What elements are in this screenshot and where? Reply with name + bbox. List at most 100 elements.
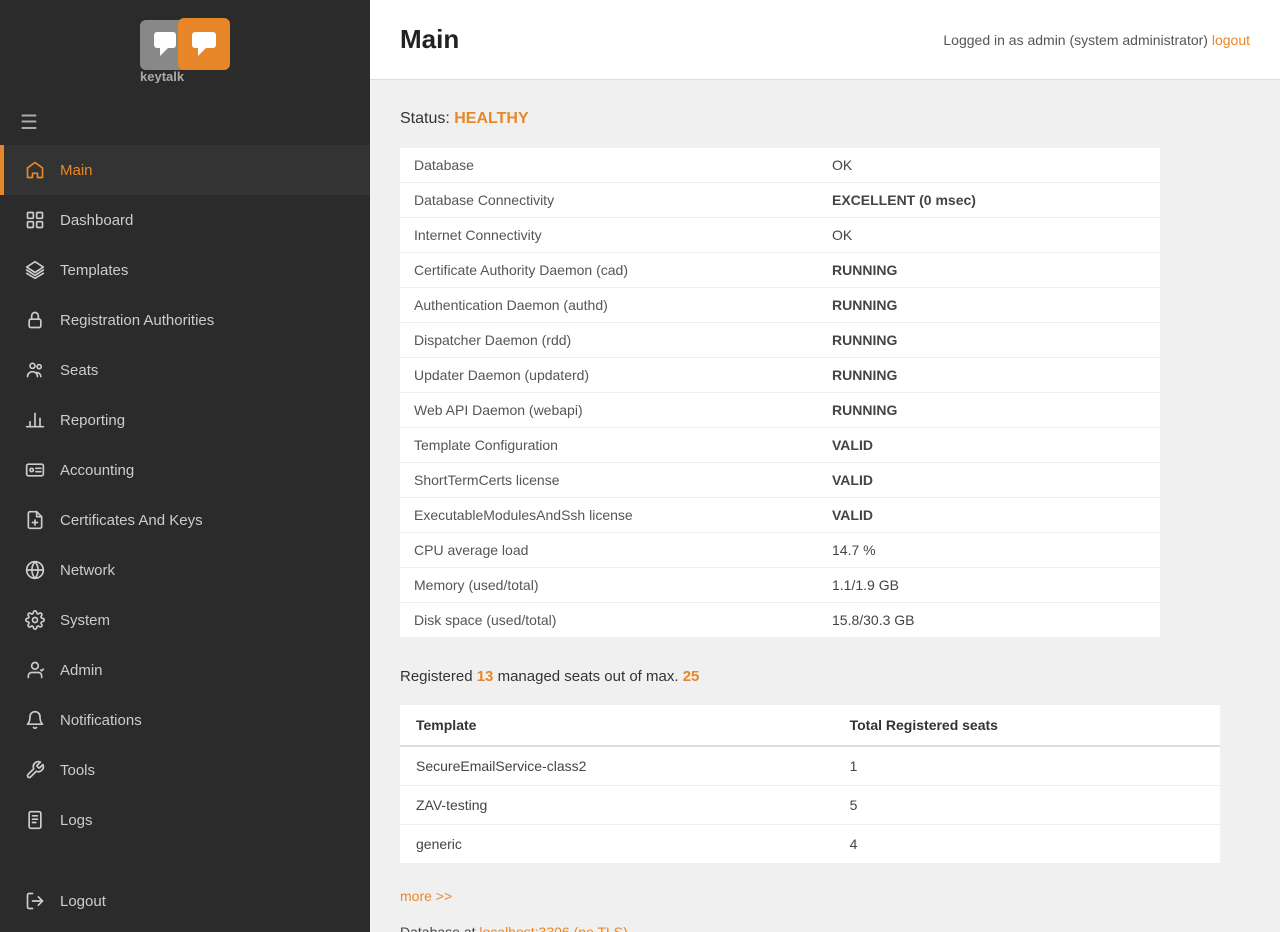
user-info: Logged in as admin (system administrator… <box>943 32 1250 48</box>
seats-row: generic4 <box>400 825 1220 864</box>
sidebar-item-network[interactable]: Network <box>0 545 370 595</box>
sidebar-item-system[interactable]: System <box>0 595 370 645</box>
status-row: ShortTermCerts licenseVALID <box>400 463 1160 498</box>
hamburger-icon[interactable]: ☰ <box>20 110 38 135</box>
sidebar-item-label: Registration Authorities <box>60 312 214 329</box>
people-icon <box>24 359 46 381</box>
registered-count: 13 <box>477 668 494 685</box>
nav-items: Main Dashboard Templates Registration Au… <box>0 145 370 876</box>
seats-template: ZAV-testing <box>400 786 834 825</box>
main-content: Main Logged in as admin (system administ… <box>370 0 1280 932</box>
status-row-value: RUNNING <box>818 393 1160 428</box>
sidebar-item-reporting[interactable]: Reporting <box>0 395 370 445</box>
user-info-text: Logged in as admin (system administrator… <box>943 32 1211 48</box>
sidebar-item-registration-authorities[interactable]: Registration Authorities <box>0 295 370 345</box>
sidebar-item-label: Main <box>60 162 93 179</box>
top-bar: Main Logged in as admin (system administ… <box>370 0 1280 80</box>
sidebar-item-label: Tools <box>60 762 95 779</box>
status-row-label: Authentication Daemon (authd) <box>400 288 818 323</box>
sidebar-item-accounting[interactable]: Accounting <box>0 445 370 495</box>
power-icon <box>24 890 46 912</box>
seats-col2: Total Registered seats <box>834 705 1220 746</box>
registered-max: 25 <box>683 668 700 685</box>
status-row: CPU average load14.7 % <box>400 533 1160 568</box>
sidebar-item-seats[interactable]: Seats <box>0 345 370 395</box>
keytalk-logo: keytalk <box>140 18 230 83</box>
status-table: DatabaseOKDatabase ConnectivityEXCELLENT… <box>400 148 1160 638</box>
sidebar-item-logs[interactable]: Logs <box>0 795 370 845</box>
status-row-value: OK <box>818 218 1160 253</box>
file-icon <box>24 509 46 531</box>
seats-row: ZAV-testing5 <box>400 786 1220 825</box>
sidebar-item-label: Logs <box>60 812 93 829</box>
logo-area: keytalk <box>0 0 370 100</box>
status-row: Database ConnectivityEXCELLENT (0 msec) <box>400 183 1160 218</box>
seats-template: SecureEmailService-class2 <box>400 746 834 786</box>
seats-count: 5 <box>834 786 1220 825</box>
sidebar: keytalk ☰ Main Dashboard Templates <box>0 0 370 932</box>
status-row-label: CPU average load <box>400 533 818 568</box>
sidebar-item-dashboard[interactable]: Dashboard <box>0 195 370 245</box>
status-row-value: 1.1/1.9 GB <box>818 568 1160 603</box>
status-row-value: RUNNING <box>818 358 1160 393</box>
status-row: Authentication Daemon (authd)RUNNING <box>400 288 1160 323</box>
dashboard-icon <box>24 209 46 231</box>
status-row-label: Disk space (used/total) <box>400 603 818 638</box>
sidebar-item-certificates-and-keys[interactable]: Certificates And Keys <box>0 495 370 545</box>
sidebar-item-label: Certificates And Keys <box>60 512 203 529</box>
registered-middle: managed seats out of max. <box>493 668 682 685</box>
sidebar-item-notifications[interactable]: Notifications <box>0 695 370 745</box>
svg-text:keytalk: keytalk <box>140 69 185 83</box>
bell-icon <box>24 709 46 731</box>
sidebar-item-templates[interactable]: Templates <box>0 245 370 295</box>
status-row-value: RUNNING <box>818 288 1160 323</box>
status-row-label: Internet Connectivity <box>400 218 818 253</box>
status-value: HEALTHY <box>454 110 528 127</box>
content-area: Status: HEALTHY DatabaseOKDatabase Conne… <box>370 80 1280 932</box>
status-row-value: VALID <box>818 428 1160 463</box>
status-row-label: Web API Daemon (webapi) <box>400 393 818 428</box>
seats-count: 4 <box>834 825 1220 864</box>
db-prefix: Database at <box>400 924 479 932</box>
registered-prefix: Registered <box>400 668 477 685</box>
status-line: Status: HEALTHY <box>400 110 1250 128</box>
sidebar-logout-button[interactable]: Logout <box>0 876 370 932</box>
seats-col1: Template <box>400 705 834 746</box>
sidebar-item-admin[interactable]: Admin <box>0 645 370 695</box>
sidebar-item-main[interactable]: Main <box>0 145 370 195</box>
status-row: Template ConfigurationVALID <box>400 428 1160 463</box>
db-value[interactable]: localhost:3306 (no TLS) <box>479 924 627 932</box>
status-row: Web API Daemon (webapi)RUNNING <box>400 393 1160 428</box>
chart-icon <box>24 409 46 431</box>
status-row-value: 15.8/30.3 GB <box>818 603 1160 638</box>
sidebar-item-tools[interactable]: Tools <box>0 745 370 795</box>
status-row-label: Template Configuration <box>400 428 818 463</box>
globe-icon <box>24 559 46 581</box>
status-row-value: EXCELLENT (0 msec) <box>818 183 1160 218</box>
home-icon <box>24 159 46 181</box>
lock-icon <box>24 309 46 331</box>
sidebar-item-label: System <box>60 612 110 629</box>
status-row: DatabaseOK <box>400 148 1160 183</box>
hamburger-area[interactable]: ☰ <box>0 100 370 145</box>
sidebar-item-label: Reporting <box>60 412 125 429</box>
sidebar-item-label: Dashboard <box>60 212 133 229</box>
sidebar-item-label: Templates <box>60 262 128 279</box>
logs-icon <box>24 809 46 831</box>
status-row-value: RUNNING <box>818 253 1160 288</box>
seats-row: SecureEmailService-class21 <box>400 746 1220 786</box>
status-row: Updater Daemon (updaterd)RUNNING <box>400 358 1160 393</box>
status-row-label: Dispatcher Daemon (rdd) <box>400 323 818 358</box>
status-row-label: Memory (used/total) <box>400 568 818 603</box>
status-row: Dispatcher Daemon (rdd)RUNNING <box>400 323 1160 358</box>
page-title: Main <box>400 24 459 55</box>
status-row: Internet ConnectivityOK <box>400 218 1160 253</box>
status-row-value: 14.7 % <box>818 533 1160 568</box>
logout-link[interactable]: logout <box>1212 32 1250 48</box>
more-link[interactable]: more >> <box>400 888 452 904</box>
status-row: Disk space (used/total)15.8/30.3 GB <box>400 603 1160 638</box>
sidebar-item-label: Admin <box>60 662 103 679</box>
sidebar-item-label: Accounting <box>60 462 134 479</box>
status-row-label: ShortTermCerts license <box>400 463 818 498</box>
seats-count: 1 <box>834 746 1220 786</box>
